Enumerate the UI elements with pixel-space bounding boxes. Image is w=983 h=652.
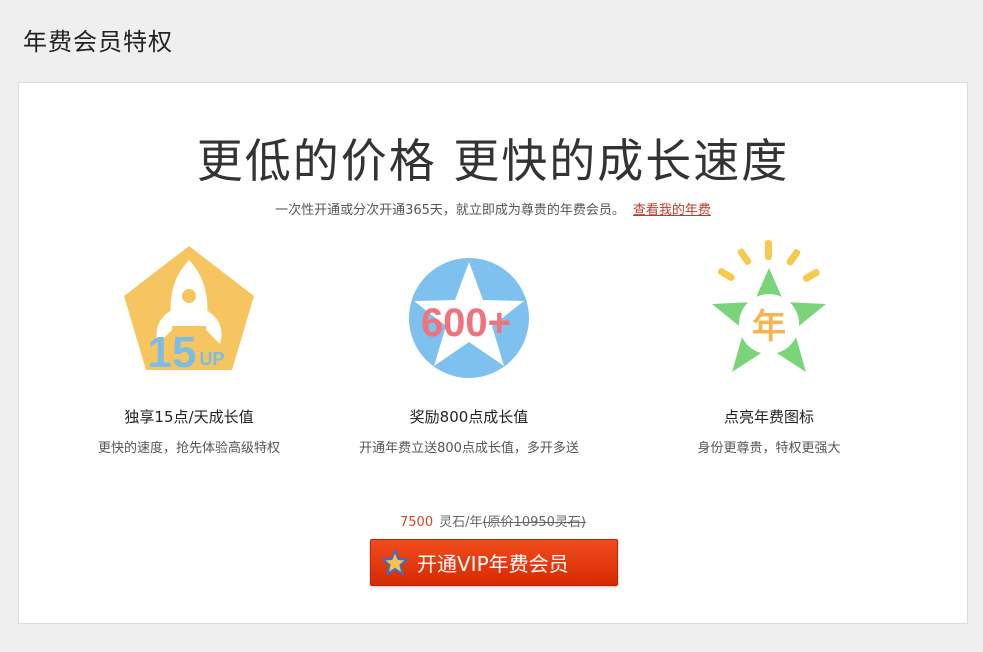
star-icon <box>381 548 409 576</box>
feature-icon-light: 年 点亮年费图标 身份更尊贵，特权更强大 <box>639 238 899 456</box>
feature-title: 点亮年费图标 <box>723 408 814 426</box>
headline: 更低的价格 更快的成长速度 <box>196 134 790 188</box>
rocket-pentagon-icon: 15 UP <box>124 246 254 377</box>
badge-number: 15 <box>148 328 197 377</box>
feature-desc: 更快的速度，抢先体验高级特权 <box>97 441 280 456</box>
feature-bonus: 600+ 奖励800点成长值 开通年费立送800点成长值，多开多送 <box>339 238 599 456</box>
view-my-annual-link[interactable]: 查看我的年费 <box>633 203 711 218</box>
vip-panel: 更低的价格 更快的成长速度 一次性开通或分次开通365天，就立即成为尊贵的年费会… <box>18 82 968 624</box>
badge-text: 年 <box>752 307 786 347</box>
page-title: 年费会员特权 <box>23 28 173 56</box>
open-vip-label: 开通VIP年费会员 <box>417 552 569 576</box>
feature-list: 15 UP 独享15点/天成长值 更快的速度，抢先体验高级特权 600+ 奖励8… <box>19 238 967 478</box>
feature-desc: 开通年费立送800点成长值，多开多送 <box>359 441 579 456</box>
star-circle-icon: 600+ <box>409 258 529 378</box>
feature-growth: 15 UP 独享15点/天成长值 更快的速度，抢先体验高级特权 <box>59 238 319 456</box>
feature-title: 独享15点/天成长值 <box>124 408 254 426</box>
feature-title: 奖励800点成长值 <box>409 408 529 426</box>
glowing-star-icon: 年 <box>712 240 826 372</box>
subline-text: 一次性开通或分次开通365天，就立即成为尊贵的年费会员。 <box>275 203 625 218</box>
subline: 一次性开通或分次开通365天，就立即成为尊贵的年费会员。 查看我的年费 <box>19 199 967 218</box>
price-amount: 7500 <box>400 515 434 530</box>
original-price: (原价10950灵石) <box>482 515 586 530</box>
badge-number: 600+ <box>421 301 511 345</box>
price-line: 7500 灵石/年(原价10950灵石) <box>19 511 967 530</box>
badge-suffix: UP <box>199 349 224 369</box>
open-vip-button[interactable]: 开通VIP年费会员 <box>370 539 618 586</box>
price-unit: 灵石/年 <box>439 515 483 530</box>
feature-desc: 身份更尊贵，特权更强大 <box>697 441 841 456</box>
